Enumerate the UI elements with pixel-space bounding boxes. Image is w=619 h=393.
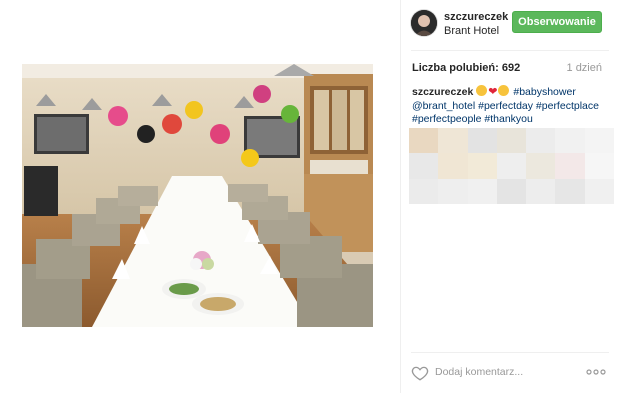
post-location[interactable]: Brant Hotel xyxy=(444,25,499,37)
hashtag-perfectpeople[interactable]: #perfectpeople xyxy=(412,113,481,125)
avatar[interactable] xyxy=(411,10,437,36)
follow-button[interactable]: Obserwowanie xyxy=(512,11,602,33)
post-username[interactable]: szczureczek xyxy=(444,11,508,23)
blurred-comments xyxy=(409,128,614,204)
instagram-post: szczureczek Brant Hotel Obserwowanie Lic… xyxy=(0,0,619,393)
hashtag-thankyou[interactable]: #thankyou xyxy=(484,113,532,125)
heart-outline-icon[interactable] xyxy=(411,364,429,382)
header-divider xyxy=(411,50,609,51)
post-header: szczureczek Brant Hotel Obserwowanie xyxy=(401,0,619,50)
hashtag-perfectplace[interactable]: #perfectplace xyxy=(536,100,599,112)
smile-emoji-icon xyxy=(476,85,488,96)
caption-username[interactable]: szczureczek xyxy=(412,86,473,98)
media-area xyxy=(0,0,400,393)
hashtag-perfectday[interactable]: #perfectday xyxy=(478,100,533,112)
footer-divider xyxy=(411,352,609,353)
photo-illustration xyxy=(22,64,373,327)
avatar-image xyxy=(411,10,437,36)
likes-count[interactable]: Liczba polubień: 692 xyxy=(412,62,520,74)
post-photo[interactable] xyxy=(22,64,373,327)
kiss-emoji-icon xyxy=(498,85,510,96)
ellipsis-icon[interactable] xyxy=(586,366,606,378)
time-ago[interactable]: 1 dzień xyxy=(567,62,602,74)
hashtag-babyshower[interactable]: #babyshower xyxy=(513,86,575,98)
post-caption: szczureczek ❤ #babyshower @brant_hotel #… xyxy=(412,85,602,127)
comment-input[interactable] xyxy=(433,362,575,382)
heart-emoji-icon: ❤ xyxy=(488,86,498,98)
mention-brant-hotel[interactable]: @brant_hotel xyxy=(412,100,475,112)
